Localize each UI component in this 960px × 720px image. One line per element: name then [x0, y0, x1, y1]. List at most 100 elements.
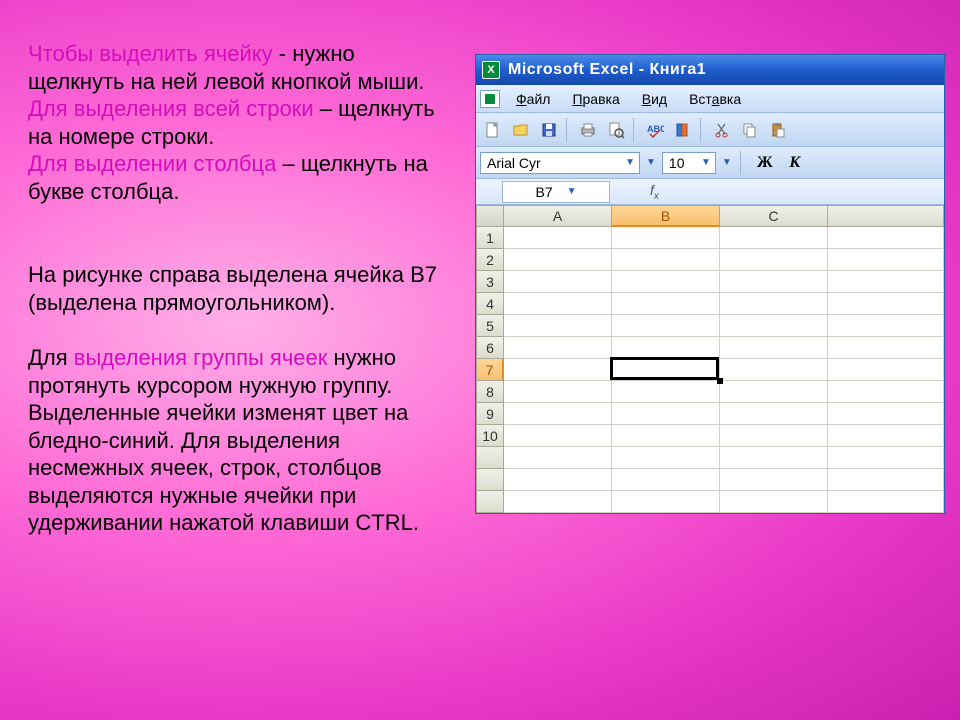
cell[interactable]: [720, 315, 828, 337]
spelling-button[interactable]: ABC: [642, 117, 668, 143]
cell[interactable]: [828, 293, 944, 315]
paste-button[interactable]: [765, 117, 791, 143]
font-name-combo[interactable]: Arial Cyr ▼: [480, 152, 640, 174]
italic-button[interactable]: К: [783, 152, 807, 174]
cell[interactable]: [828, 403, 944, 425]
cell[interactable]: [720, 359, 828, 381]
cell[interactable]: [720, 337, 828, 359]
doc-icon[interactable]: [480, 90, 500, 108]
row-header[interactable]: 3: [476, 271, 504, 293]
font-size-combo[interactable]: 10 ▼: [662, 152, 716, 174]
row-header[interactable]: 2: [476, 249, 504, 271]
print-preview-button[interactable]: [603, 117, 629, 143]
chevron-down-icon: ▼: [567, 186, 577, 197]
row-header[interactable]: 5: [476, 315, 504, 337]
cell[interactable]: [828, 469, 944, 491]
new-button[interactable]: [480, 117, 506, 143]
column-header[interactable]: [828, 205, 944, 227]
cells-area[interactable]: [504, 227, 944, 513]
cell[interactable]: [720, 447, 828, 469]
title-bar[interactable]: X Microsoft Excel - Книга1: [476, 55, 944, 85]
cell[interactable]: [612, 447, 720, 469]
cell[interactable]: [720, 271, 828, 293]
cell[interactable]: [612, 425, 720, 447]
cell[interactable]: [828, 249, 944, 271]
cell[interactable]: [828, 227, 944, 249]
row-header[interactable]: [476, 491, 504, 513]
cell[interactable]: [720, 491, 828, 513]
cell[interactable]: [828, 315, 944, 337]
column-header[interactable]: B: [612, 205, 720, 227]
cell[interactable]: [828, 271, 944, 293]
cell[interactable]: [504, 381, 612, 403]
cell[interactable]: [612, 381, 720, 403]
cell[interactable]: [720, 227, 828, 249]
cell[interactable]: [720, 469, 828, 491]
select-all-corner[interactable]: [476, 205, 504, 227]
cell[interactable]: [504, 403, 612, 425]
cell[interactable]: [612, 315, 720, 337]
cell[interactable]: [720, 293, 828, 315]
copy-button[interactable]: [737, 117, 763, 143]
row-header[interactable]: [476, 447, 504, 469]
cell[interactable]: [828, 447, 944, 469]
cell[interactable]: [828, 425, 944, 447]
cell[interactable]: [612, 469, 720, 491]
cell[interactable]: [504, 425, 612, 447]
cell[interactable]: [504, 293, 612, 315]
fill-handle[interactable]: [717, 378, 723, 384]
cell[interactable]: [504, 469, 612, 491]
chevron-down-icon[interactable]: ▼: [646, 157, 656, 168]
row-header[interactable]: 10: [476, 425, 504, 447]
cell[interactable]: [612, 249, 720, 271]
cell[interactable]: [612, 271, 720, 293]
fx-icon[interactable]: fx: [650, 182, 659, 202]
menu-view[interactable]: Вид: [632, 88, 677, 110]
cell[interactable]: [720, 381, 828, 403]
chevron-down-icon[interactable]: ▼: [722, 157, 732, 168]
cell[interactable]: [720, 403, 828, 425]
cell[interactable]: [612, 227, 720, 249]
column-headers: ABC: [476, 205, 944, 227]
cell[interactable]: [828, 491, 944, 513]
excel-window: X Microsoft Excel - Книга1 Файл Правка В…: [475, 54, 945, 514]
cell[interactable]: [504, 447, 612, 469]
open-button[interactable]: [508, 117, 534, 143]
row-header[interactable]: 6: [476, 337, 504, 359]
row-header[interactable]: [476, 469, 504, 491]
column-header[interactable]: A: [504, 205, 612, 227]
research-button[interactable]: [670, 117, 696, 143]
cell[interactable]: [504, 227, 612, 249]
print-button[interactable]: [575, 117, 601, 143]
cell[interactable]: [720, 425, 828, 447]
cell[interactable]: [612, 491, 720, 513]
row-header[interactable]: 4: [476, 293, 504, 315]
column-header[interactable]: C: [720, 205, 828, 227]
save-button[interactable]: [536, 117, 562, 143]
cell[interactable]: [504, 491, 612, 513]
name-box[interactable]: B7 ▼: [502, 181, 610, 203]
cell[interactable]: [720, 249, 828, 271]
row-header[interactable]: 9: [476, 403, 504, 425]
cell[interactable]: [504, 359, 612, 381]
menu-insert[interactable]: Вставка: [679, 88, 751, 110]
cell[interactable]: [612, 337, 720, 359]
cell[interactable]: [612, 359, 720, 381]
cut-button[interactable]: [709, 117, 735, 143]
row-header[interactable]: 7: [476, 359, 504, 381]
cell[interactable]: [828, 359, 944, 381]
cell[interactable]: [828, 381, 944, 403]
cell[interactable]: [504, 271, 612, 293]
row-header[interactable]: 8: [476, 381, 504, 403]
row-header[interactable]: 1: [476, 227, 504, 249]
cell[interactable]: [504, 249, 612, 271]
bold-button[interactable]: Ж: [753, 152, 777, 174]
cell[interactable]: [504, 337, 612, 359]
cell[interactable]: [504, 315, 612, 337]
standard-toolbar: ABC: [476, 113, 944, 147]
cell[interactable]: [612, 293, 720, 315]
menu-edit[interactable]: Правка: [562, 88, 629, 110]
cell[interactable]: [612, 403, 720, 425]
menu-file[interactable]: Файл: [506, 88, 560, 110]
cell[interactable]: [828, 337, 944, 359]
